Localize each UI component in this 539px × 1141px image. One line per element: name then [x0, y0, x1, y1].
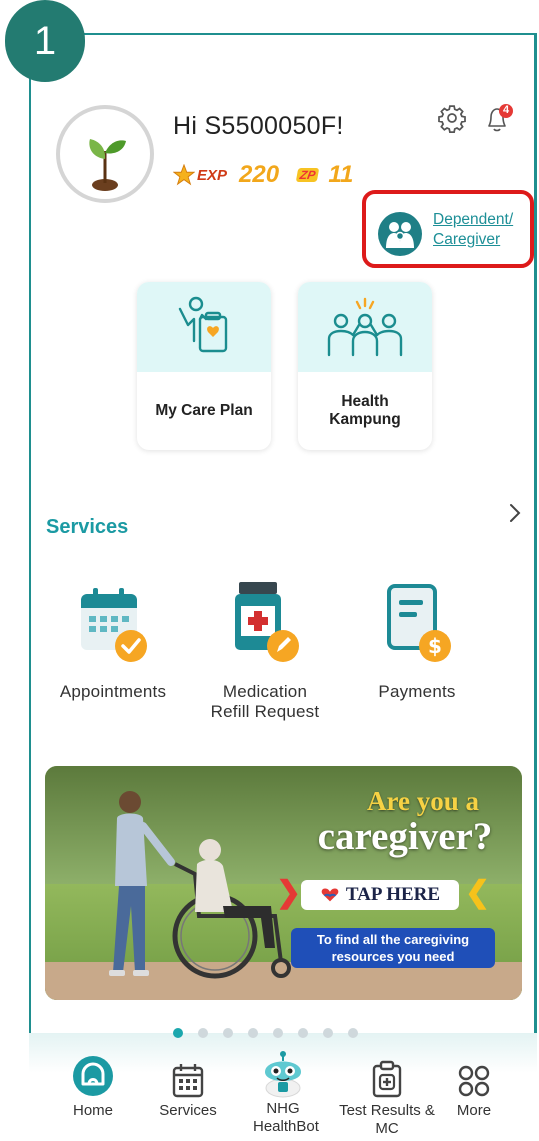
svg-text:$: $ [428, 634, 442, 658]
services-section-title: Services [46, 516, 129, 538]
star-icon [173, 164, 195, 186]
carousel-dot-active[interactable] [173, 1028, 183, 1038]
caregiver-label: Caregiver [433, 231, 501, 248]
home-icon [73, 1056, 113, 1096]
healthbot-robot-icon [265, 1051, 301, 1098]
nav-test-results[interactable]: Test Results & MC [337, 1058, 437, 1138]
family-icon [378, 212, 422, 256]
bill-dollar-icon: $ [377, 578, 457, 668]
nav-label: Test Results & MC [339, 1102, 435, 1137]
nav-label: Services [159, 1102, 217, 1119]
chevron-left-icon: ❮ [465, 876, 491, 909]
settings-button[interactable] [437, 103, 467, 138]
gear-icon [438, 105, 466, 133]
nav-services[interactable]: Services [138, 1058, 238, 1120]
payments-service[interactable]: $ Payments [342, 578, 492, 702]
chevron-right-icon: ❯ [276, 876, 302, 909]
service-label: Payments [378, 682, 456, 701]
my-care-plan-card[interactable]: My Care Plan [137, 282, 271, 450]
exp-label: EXP [197, 166, 228, 184]
nav-healthbot[interactable]: NHG HealthBot [233, 1044, 333, 1136]
service-label: Appointments [59, 682, 167, 701]
carousel-dot[interactable] [298, 1028, 308, 1038]
points-row[interactable]: EXP 220 ZP 11 [173, 160, 371, 190]
nav-label: More [456, 1102, 492, 1119]
chevron-right-icon [510, 504, 521, 522]
appointments-service[interactable]: Appointments [38, 578, 188, 702]
zp-label: ZP [295, 168, 320, 182]
banner-headline-2: caregiver? [317, 815, 493, 858]
carousel-dot[interactable] [273, 1028, 283, 1038]
calendar-check-icon [73, 578, 153, 668]
banner-headline-1: Are you a [367, 786, 479, 816]
carousel-dot[interactable] [198, 1028, 208, 1038]
care-plan-icon [178, 296, 228, 353]
caregiver-banner[interactable]: Are you a caregiver? ❯ ❮ TAP HERE To fin… [45, 766, 522, 1000]
services-see-all-button[interactable] [505, 501, 525, 525]
seedling-icon [89, 139, 126, 191]
medicine-bottle-icon [225, 578, 305, 668]
carousel-dot[interactable] [348, 1028, 358, 1038]
dependent-caregiver-link[interactable]: Dependent/ Caregiver [362, 190, 534, 268]
nav-label: Home [72, 1102, 113, 1119]
card-label: My Care Plan [155, 402, 253, 419]
notifications-button[interactable]: 4 [481, 103, 515, 140]
carousel-dot[interactable] [323, 1028, 333, 1038]
avatar[interactable] [56, 105, 154, 203]
carousel-dot[interactable] [248, 1028, 258, 1038]
dependent-caregiver-text[interactable]: Dependent/ Caregiver [433, 210, 513, 250]
tap-here-label: TAP HERE [345, 884, 441, 905]
greeting-text: Hi S5500050F! [173, 112, 344, 140]
carousel-indicator [173, 1028, 358, 1038]
dependent-label: Dependent/ [433, 211, 514, 228]
health-kampung-card[interactable]: Health Kampung [298, 282, 432, 450]
heart-hands-icon [321, 888, 339, 902]
service-label: Medication Refill Request [210, 682, 320, 721]
step-number-badge: 1 [5, 0, 85, 82]
nav-home[interactable]: Home [43, 1056, 143, 1120]
carousel-dot[interactable] [223, 1028, 233, 1038]
grid-icon [458, 1065, 490, 1097]
nav-more[interactable]: More [424, 1058, 524, 1120]
zp-value: 11 [328, 161, 354, 188]
card-label: Health Kampung [329, 393, 401, 428]
exp-value: 220 [239, 161, 280, 188]
clipboard-medical-icon [372, 1060, 402, 1098]
medication-refill-service[interactable]: Medication Refill Request [190, 578, 340, 722]
banner-subtext: To find all the caregiving resources you… [291, 928, 495, 968]
nav-label: NHG HealthBot [253, 1100, 319, 1135]
community-icon [327, 297, 403, 357]
calendar-icon [172, 1064, 204, 1098]
tap-here-button[interactable]: TAP HERE [301, 880, 459, 910]
notification-count-badge: 4 [502, 104, 510, 116]
